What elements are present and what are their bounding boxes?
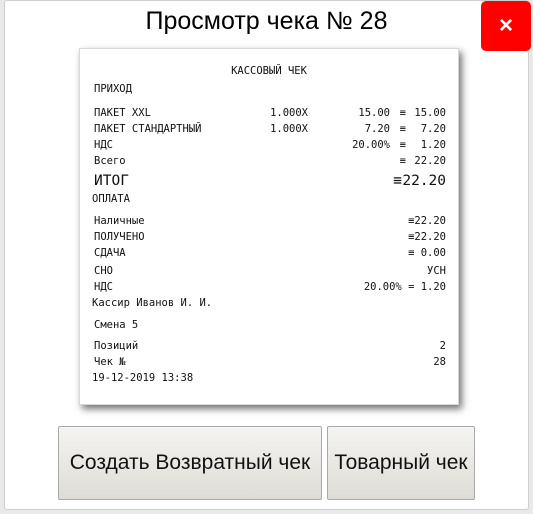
receipt-vat-label: НДС bbox=[94, 139, 113, 151]
receipt-total-eq: ≡ bbox=[399, 155, 406, 167]
receipt-view-dialog: Просмотр чека № 28 × КАССОВЫЙ ЧЕК ПРИХОД… bbox=[4, 0, 531, 510]
receipt-check-label: Чек № bbox=[94, 356, 126, 368]
receipt-cash-value: ≡22.20 bbox=[408, 215, 446, 227]
receipt-positions-label: Позиций bbox=[94, 340, 139, 352]
receipt-received-value: ≡22.20 bbox=[408, 231, 446, 243]
sales-receipt-button[interactable]: Товарный чек bbox=[327, 426, 475, 500]
receipt-vat-rate: 20.00% bbox=[352, 139, 390, 151]
receipt-positions-value: 2 bbox=[439, 340, 446, 352]
receipt-item-price: 7.20 bbox=[364, 123, 390, 135]
receipt-cash-label: Наличные bbox=[94, 215, 145, 227]
receipt-check-value: 28 bbox=[433, 356, 446, 368]
receipt-item-qty: 1.000X bbox=[270, 107, 308, 119]
receipt-vat-eq: ≡ bbox=[399, 139, 406, 151]
receipt-total-value: 22.20 bbox=[414, 155, 446, 167]
receipt-vat2-value: 20.00% = 1.20 bbox=[363, 281, 446, 293]
receipt-cashier: Кассир Иванов И. И. bbox=[92, 297, 213, 309]
receipt-item-total: 15.00 bbox=[414, 107, 446, 119]
receipt-operation: ПРИХОД bbox=[94, 83, 132, 95]
create-return-receipt-label: Создать Возвратный чек bbox=[69, 451, 311, 474]
sales-receipt-label: Товарный чек bbox=[334, 451, 468, 474]
receipt-received-label: ПОЛУЧЕНО bbox=[94, 231, 145, 243]
receipt-datetime: 19-12-2019 13:38 bbox=[92, 372, 194, 384]
receipt-change-value: ≡ 0.00 bbox=[408, 247, 446, 259]
close-icon: × bbox=[498, 12, 513, 39]
receipt-item-eq: ≡ bbox=[399, 107, 406, 119]
receipt-payment-header: ОПЛАТА bbox=[92, 193, 130, 205]
receipt-change-label: СДАЧА bbox=[94, 247, 126, 259]
receipt-total-label: Всего bbox=[94, 155, 126, 167]
create-return-receipt-button[interactable]: Создать Возвратный чек bbox=[58, 426, 322, 500]
close-button[interactable]: × bbox=[481, 1, 531, 51]
receipt-paper: КАССОВЫЙ ЧЕК ПРИХОД ПАКЕТ XXL 1.000X 15.… bbox=[79, 48, 459, 405]
receipt-shift: Смена 5 bbox=[94, 319, 139, 331]
receipt-itog-eq: ≡ bbox=[393, 173, 402, 189]
receipt-sno-label: СНО bbox=[94, 265, 113, 277]
dialog-title: Просмотр чека № 28 bbox=[145, 7, 388, 35]
receipt-sno-value: УСН bbox=[427, 265, 446, 277]
receipt-vat-amount: 1.20 bbox=[420, 139, 446, 151]
receipt-item-eq: ≡ bbox=[399, 123, 406, 135]
receipt-item-qty: 1.000X bbox=[270, 123, 308, 135]
receipt-itog-value: 22.20 bbox=[402, 173, 446, 189]
receipt-header: КАССОВЫЙ ЧЕК bbox=[231, 65, 307, 77]
receipt-item-total: 7.20 bbox=[420, 123, 446, 135]
receipt-item-price: 15.00 bbox=[358, 107, 390, 119]
